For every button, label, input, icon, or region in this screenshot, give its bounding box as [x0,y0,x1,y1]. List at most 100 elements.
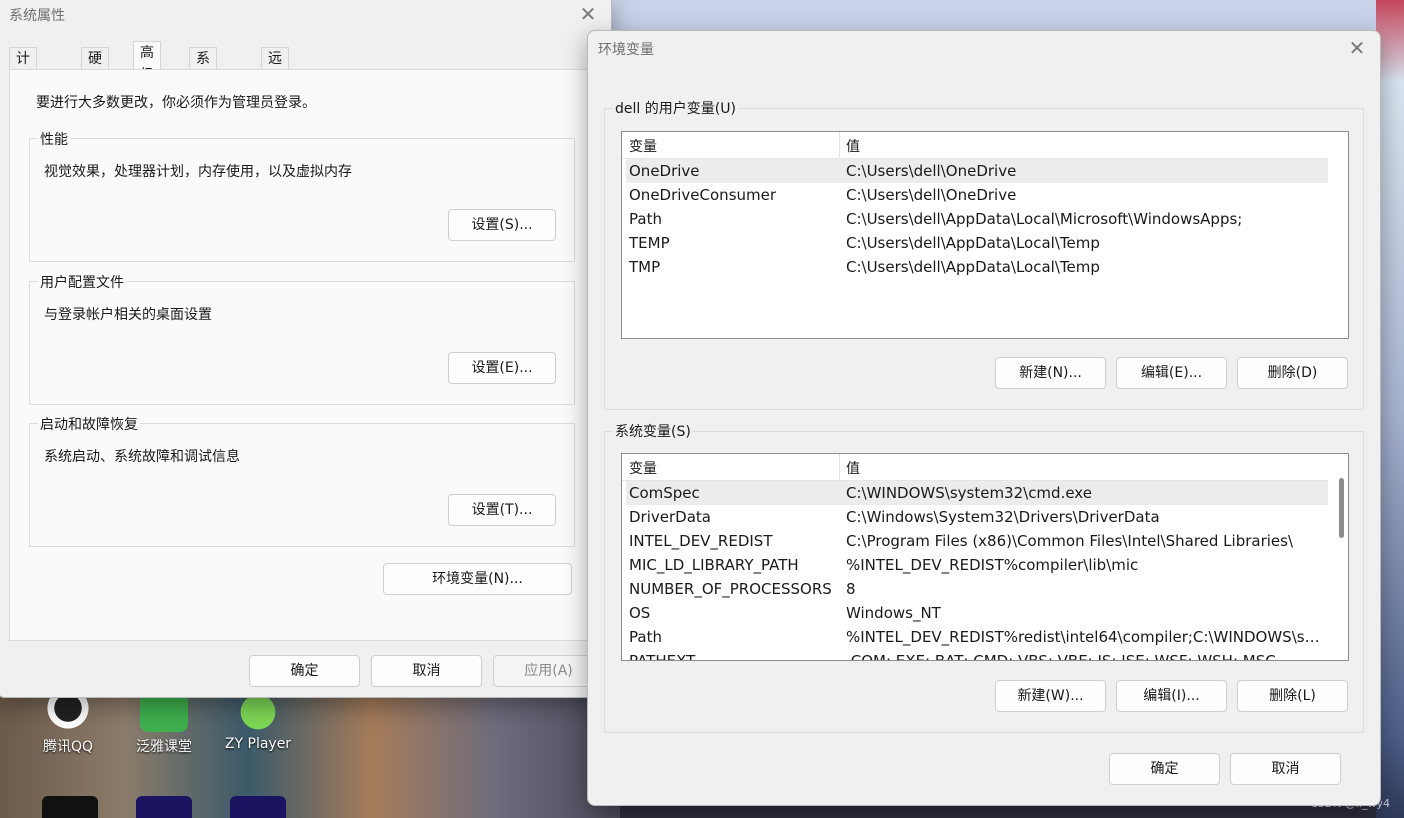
variable-name: Path [629,210,662,228]
list-item[interactable]: DriverData C:\Windows\System32\Drivers\D… [626,505,1328,529]
after-effects-icon[interactable] [136,796,192,818]
variable-value: C:\Users\dell\OneDrive [846,186,1017,204]
variable-value: C:\Windows\System32\Drivers\DriverData [846,508,1160,526]
tab-hardware[interactable]: 硬件 [81,47,109,89]
user-profiles-group: 用户配置文件 与登录帐户相关的桌面设置 设置(E)... [29,272,575,405]
environment-variables-window: 环境变量 ✕ dell 的用户变量(U) 变量 值 OneDrive C:\Us… [587,30,1381,806]
list-item[interactable]: ComSpec C:\WINDOWS\system32\cmd.exe [626,481,1328,505]
ok-button[interactable]: 确定 [249,655,360,687]
variable-value: .COM;.EXE;.BAT;.CMD;.VBS;.VBE;.JS;.JSE;.… [846,652,1276,661]
list-item[interactable]: TEMP C:\Users\dell\AppData\Local\Temp [626,231,1328,255]
tab-system-protection[interactable]: 系统保护 [189,47,217,133]
startup-recovery-settings-button[interactable]: 设置(T)... [448,494,556,526]
system-properties-window: 系统属性 ✕ 计算机名 硬件 高级 系统保护 远程 要进行大多数更改，你必须作为… [0,0,612,698]
performance-group: 性能 视觉效果，处理器计划，内存使用，以及虚拟内存 设置(S)... [29,129,575,262]
titlebar: 系统属性 ✕ [0,0,611,31]
list-header: 变量 值 [622,132,1328,159]
column-separator[interactable] [839,132,840,158]
user-variables-list[interactable]: 变量 值 OneDrive C:\Users\dell\OneDrive One… [621,131,1349,339]
variable-name: MIC_LD_LIBRARY_PATH [629,556,799,574]
titlebar: 环境变量 ✕ [588,31,1380,65]
column-header-value[interactable]: 值 [846,458,860,478]
variable-value: C:\Program Files (x86)\Common Files\Inte… [846,532,1294,550]
variable-name: OneDrive [629,162,700,180]
system-new-button[interactable]: 新建(W)... [995,680,1106,712]
system-edit-button[interactable]: 编辑(I)... [1116,680,1227,712]
list-item[interactable]: INTEL_DEV_REDIST C:\Program Files (x86)\… [626,529,1328,553]
group-title: 启动和故障恢复 [38,414,140,434]
tab-remote[interactable]: 远程 [261,47,289,89]
environment-variables-button[interactable]: 环境变量(N)... [383,563,572,595]
list-item[interactable]: MIC_LD_LIBRARY_PATH %INTEL_DEV_REDIST%co… [626,553,1328,577]
list-header: 变量 值 [622,454,1328,481]
list-item[interactable]: OneDriveConsumer C:\Users\dell\OneDrive [626,183,1328,207]
cancel-button[interactable]: 取消 [371,655,482,687]
list-item[interactable]: Path %INTEL_DEV_REDIST%redist\intel64\co… [626,625,1328,649]
close-icon[interactable]: ✕ [575,1,601,27]
group-title: 性能 [38,129,70,149]
column-header-variable[interactable]: 变量 [629,136,657,156]
variable-name: DriverData [629,508,711,526]
desktop-icon-qq[interactable]: 腾讯QQ [26,692,110,756]
window-title: 系统属性 [9,8,65,24]
section-title: dell 的用户变量(U) [613,98,738,118]
column-separator[interactable] [839,454,840,480]
system-variables-section: 系统变量(S) 变量 值 ComSpec C:\WINDOWS\system32… [604,421,1364,733]
list-item[interactable]: OneDrive C:\Users\dell\OneDrive [626,159,1328,183]
section-title: 系统变量(S) [613,421,693,441]
variable-value: 8 [846,580,856,598]
ok-button[interactable]: 确定 [1109,753,1220,785]
cancel-button[interactable]: 取消 [1230,753,1341,785]
close-icon[interactable]: ✕ [1344,35,1370,61]
premiere-icon[interactable] [230,796,286,818]
advanced-tab-panel: 要进行大多数更改，你必须作为管理员登录。 性能 视觉效果，处理器计划，内存使用，… [9,69,589,641]
group-title: 用户配置文件 [38,272,126,292]
list-item[interactable]: TMP C:\Users\dell\AppData\Local\Temp [626,255,1328,279]
variable-value: C:\Users\dell\AppData\Local\Temp [846,234,1100,252]
desktop-icon-zyplayer[interactable]: ZY Player [216,692,300,752]
tiktok-icon[interactable] [42,796,98,818]
performance-settings-button[interactable]: 设置(S)... [448,209,556,241]
group-description: 系统启动、系统故障和调试信息 [44,449,240,465]
variable-value: %INTEL_DEV_REDIST%compiler\lib\mic [846,556,1139,574]
variable-name: TMP [629,258,661,276]
system-variables-list[interactable]: 变量 值 ComSpec C:\WINDOWS\system32\cmd.exe… [621,453,1349,661]
variable-name: PATHEXT [629,652,696,661]
system-delete-button[interactable]: 删除(L) [1237,680,1348,712]
list-item[interactable]: PATHEXT .COM;.EXE;.BAT;.CMD;.VBS;.VBE;.J… [626,649,1328,661]
tab-advanced[interactable]: 高级 [133,41,161,83]
group-description: 与登录帐户相关的桌面设置 [44,307,212,323]
admin-notice: 要进行大多数更改，你必须作为管理员登录。 [36,95,316,111]
variable-name: OS [629,604,651,622]
user-variables-section: dell 的用户变量(U) 变量 值 OneDrive C:\Users\del… [604,98,1364,410]
variable-value: %INTEL_DEV_REDIST%redist\intel64\compile… [846,628,1324,646]
list-item[interactable]: Path C:\Users\dell\AppData\Local\Microso… [626,207,1328,231]
tab-computer-name[interactable]: 计算机名 [9,47,37,133]
vertical-scrollbar[interactable] [1339,478,1344,538]
variable-name: INTEL_DEV_REDIST [629,532,773,550]
variable-value: C:\Users\dell\AppData\Local\Microsoft\Wi… [846,210,1243,228]
list-item[interactable]: OS Windows_NT [626,601,1328,625]
zyplayer-icon [234,692,282,732]
list-item[interactable]: NUMBER_OF_PROCESSORS 8 [626,577,1328,601]
user-edit-button[interactable]: 编辑(E)... [1116,357,1227,389]
desktop-icon-fanya[interactable]: 泛雅课堂 [122,692,206,756]
variable-value: C:\Users\dell\OneDrive [846,162,1017,180]
column-header-variable[interactable]: 变量 [629,458,657,478]
user-new-button[interactable]: 新建(N)... [995,357,1106,389]
variable-value: C:\Users\dell\AppData\Local\Temp [846,258,1100,276]
variable-value: Windows_NT [846,604,941,622]
variable-name: OneDriveConsumer [629,186,777,204]
window-title: 环境变量 [598,42,654,58]
variable-name: TEMP [629,234,670,252]
user-profiles-settings-button[interactable]: 设置(E)... [448,352,556,384]
column-header-value[interactable]: 值 [846,136,860,156]
desktop-icon-label: 腾讯QQ [42,739,94,755]
variable-name: NUMBER_OF_PROCESSORS [629,580,832,598]
desktop-icon-label: 泛雅课堂 [136,739,192,755]
group-description: 视觉效果，处理器计划，内存使用，以及虚拟内存 [44,164,352,180]
user-delete-button[interactable]: 删除(D) [1237,357,1348,389]
fanya-icon [140,692,188,732]
variable-value: C:\WINDOWS\system32\cmd.exe [846,484,1092,502]
qq-icon [44,692,92,732]
